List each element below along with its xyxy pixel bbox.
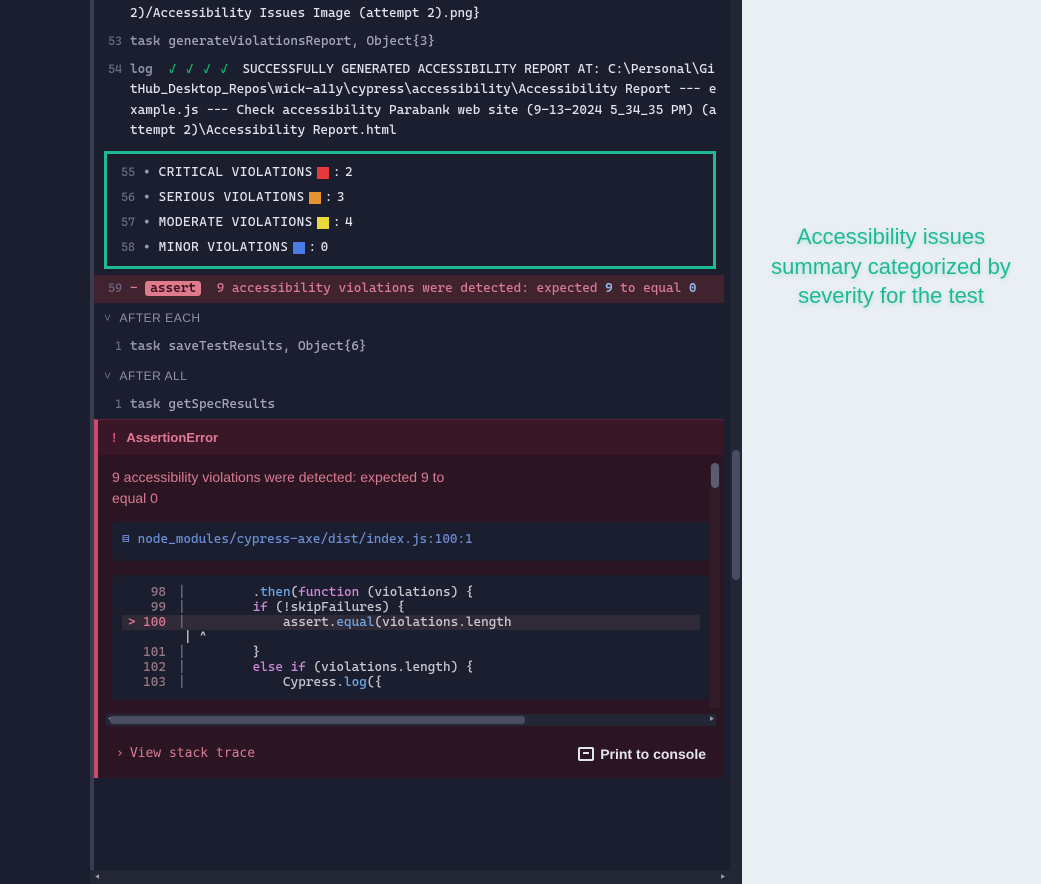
error-title: AssertionError xyxy=(126,430,218,445)
log-row-task[interactable]: 1 task saveTestResults, Object{6} xyxy=(94,333,724,361)
log-row-task[interactable]: 53 task generateViolationsReport, Object… xyxy=(94,28,724,56)
code-line: 103| Cypress.log({ xyxy=(122,675,700,690)
violation-label: MODERATE VIOLATIONS xyxy=(159,215,313,230)
annotation-callout: Accessibility issues summary categorized… xyxy=(756,222,1026,311)
file-icon: ▤ xyxy=(122,532,130,547)
error-file-block: ▤ node_modules/cypress-axe/dist/index.js… xyxy=(112,522,710,561)
scrollbar-thumb[interactable] xyxy=(104,873,716,881)
line-number: 1 xyxy=(100,337,130,356)
inner-scrollbar[interactable] xyxy=(710,463,720,708)
command-args: getSpecResults xyxy=(168,395,718,415)
error-footer: › View stack trace Print to console xyxy=(112,736,710,774)
assert-badge: assert xyxy=(145,281,201,296)
chevron-right-icon: › xyxy=(116,746,124,761)
line-number: 58 xyxy=(113,240,143,254)
command-name: task xyxy=(130,337,160,357)
command-args: saveTestResults, Object{6} xyxy=(168,337,718,357)
bullet-icon: • xyxy=(143,215,151,230)
left-sidebar-strip xyxy=(0,0,90,884)
error-icon: ! xyxy=(112,430,116,445)
violation-row-serious[interactable]: 56 • SERIOUS VIOLATIONS : 3 xyxy=(107,185,709,210)
error-body: 9 accessibility violations were detected… xyxy=(94,455,724,778)
line-number: 56 xyxy=(113,190,143,204)
scrollbar-thumb[interactable] xyxy=(732,450,740,580)
log-row-assertion-failed[interactable]: 59 - assert 9 accessibility violations w… xyxy=(91,275,724,303)
code-horizontal-scrollbar[interactable]: ◂ ▸ xyxy=(106,714,716,726)
violation-row-moderate[interactable]: 57 • MODERATE VIOLATIONS : 4 xyxy=(107,210,709,235)
panel-vertical-scrollbar[interactable] xyxy=(730,0,742,884)
command-args: generateViolationsReport, Object{3} xyxy=(168,32,718,52)
stack-trace-label: View stack trace xyxy=(130,746,255,761)
violation-count: 3 xyxy=(337,190,345,205)
command-name: log xyxy=(130,62,153,77)
cypress-command-log-panel: 2)/Accessibility Issues Image (attempt 2… xyxy=(90,0,730,884)
violation-label: MINOR VIOLATIONS xyxy=(159,240,289,255)
violation-row-critical[interactable]: 55 • CRITICAL VIOLATIONS : 2 xyxy=(107,160,709,185)
code-line: 98| .then(function (violations) { xyxy=(122,585,700,600)
code-line: 102| else if (violations.length) { xyxy=(122,660,700,675)
scrollbar-thumb[interactable] xyxy=(711,463,719,488)
command-name: task xyxy=(130,32,160,52)
code-line: 101| } xyxy=(122,645,700,660)
print-to-console-button[interactable]: Print to console xyxy=(578,746,706,762)
error-file-path[interactable]: ▤ node_modules/cypress-axe/dist/index.js… xyxy=(122,532,700,547)
log-row-success[interactable]: 54 log ✓ ✓ ✓ ✓ SUCCESSFULLY GENERATED AC… xyxy=(91,56,724,145)
scroll-left-arrow-icon[interactable]: ◂ xyxy=(90,872,104,883)
violation-count: 0 xyxy=(321,240,329,255)
section-header-after-each[interactable]: ˅ AFTER EACH xyxy=(94,303,724,333)
scroll-right-arrow-icon[interactable]: ▸ xyxy=(706,714,718,726)
error-banner[interactable]: ! AssertionError xyxy=(94,419,724,455)
line-number: 59 xyxy=(100,279,130,298)
line-number: 57 xyxy=(113,215,143,229)
section-title: AFTER EACH xyxy=(120,311,201,325)
line-number: 53 xyxy=(100,32,130,51)
command-log-list[interactable]: 2)/Accessibility Issues Image (attempt 2… xyxy=(90,0,730,870)
log-row-task[interactable]: 1 task getSpecResults xyxy=(94,391,724,419)
scrollbar-thumb[interactable] xyxy=(110,716,525,724)
check-icon: ✓ ✓ ✓ ✓ xyxy=(168,62,228,77)
log-row-truncated[interactable]: 2)/Accessibility Issues Image (attempt 2… xyxy=(94,0,724,28)
log-message: log ✓ ✓ ✓ ✓ SUCCESSFULLY GENERATED ACCES… xyxy=(130,60,718,141)
bullet-icon: • xyxy=(143,190,151,205)
violation-row-minor[interactable]: 58 • MINOR VIOLATIONS : 0 xyxy=(107,235,709,260)
view-stack-trace-link[interactable]: › View stack trace xyxy=(116,746,255,761)
error-code-frame: 98| .then(function (violations) { 99| if… xyxy=(112,575,710,700)
violation-count: 4 xyxy=(345,215,353,230)
console-icon xyxy=(578,747,594,761)
bullet-icon: • xyxy=(143,165,151,180)
violation-label: CRITICAL VIOLATIONS xyxy=(159,165,313,180)
chevron-down-icon: ˅ xyxy=(104,311,112,325)
command-name: task xyxy=(130,395,160,415)
violation-count: 2 xyxy=(345,165,353,180)
log-message: 2)/Accessibility Issues Image (attempt 2… xyxy=(130,4,718,24)
severity-color-red xyxy=(317,167,329,179)
severity-color-blue xyxy=(293,242,305,254)
scroll-right-arrow-icon[interactable]: ▸ xyxy=(716,872,730,883)
chevron-down-icon: ˅ xyxy=(104,369,112,383)
code-line: 99| if (!skipFailures) { xyxy=(122,600,700,615)
section-header-after-all[interactable]: ˅ AFTER ALL xyxy=(94,361,724,391)
code-line: | ^ xyxy=(122,630,700,645)
panel-horizontal-scrollbar[interactable]: ◂ ▸ xyxy=(90,870,730,884)
violations-summary-box: 55 • CRITICAL VIOLATIONS : 2 56 • SERIOU… xyxy=(104,151,716,269)
print-button-label: Print to console xyxy=(600,746,706,762)
error-summary-text: 9 accessibility violations were detected… xyxy=(112,467,472,508)
severity-color-orange xyxy=(309,192,321,204)
violation-label: SERIOUS VIOLATIONS xyxy=(159,190,305,205)
code-line: > 100| assert.equal(violations.length xyxy=(122,615,700,630)
bullet-icon: • xyxy=(143,240,151,255)
assertion-message: - assert 9 accessibility violations were… xyxy=(130,279,696,299)
line-number: 1 xyxy=(100,395,130,414)
file-path-text: node_modules/cypress-axe/dist/index.js:1… xyxy=(138,532,473,547)
line-number: 55 xyxy=(113,165,143,179)
severity-color-yellow xyxy=(317,217,329,229)
line-number: 54 xyxy=(100,60,130,79)
section-title: AFTER ALL xyxy=(120,369,188,383)
